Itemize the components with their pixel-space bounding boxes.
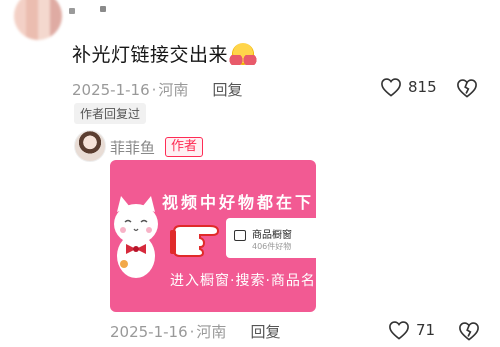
reply-dislike-button[interactable]	[458, 321, 480, 345]
comment-body: 补光灯链接交出来	[72, 44, 229, 66]
commenter-name-blurred-2	[100, 6, 106, 12]
shop-window-box: 商品橱窗 406件好物	[226, 218, 316, 258]
reply-location: 河南	[196, 323, 227, 341]
cat-mascot-icon	[114, 196, 158, 278]
commenter-name-blurred[interactable]	[69, 8, 75, 14]
comment-like-button[interactable]: 815	[380, 77, 437, 97]
reply-like-button[interactable]: 71	[388, 320, 435, 340]
author-tag-badge: 作者	[165, 137, 204, 157]
heart-icon	[381, 78, 401, 97]
reply-date: 2025-1-16	[110, 322, 188, 341]
like-count: 71	[416, 321, 436, 339]
meta-separator: ·	[151, 80, 157, 99]
broken-heart-icon	[459, 322, 479, 341]
pointing-hand-icon	[170, 225, 220, 257]
broken-heart-icon	[457, 79, 477, 98]
shop-window-count: 406件好物	[252, 242, 292, 251]
reply-reply-button[interactable]: 回复	[250, 321, 280, 342]
author-replied-badge: 作者回复过	[74, 103, 147, 124]
shop-bag-icon	[234, 230, 246, 241]
comment-text: 补光灯链接交出来	[72, 40, 258, 67]
hug-emoji-icon	[229, 42, 258, 65]
reply-image-card[interactable]: 视频中好物都在下 商品橱窗 406件好物 进入橱窗·搜索·商品名	[110, 160, 316, 312]
reply-meta: 2025-1-16 · 河南 回复	[110, 321, 280, 342]
meta-separator: ·	[189, 322, 195, 341]
shop-window-title: 商品橱窗	[252, 230, 292, 241]
commenter-avatar[interactable]	[14, 0, 62, 40]
like-count: 815	[408, 78, 437, 96]
reply-author-name[interactable]: 菲菲鱼	[110, 137, 155, 158]
card-instruction: 进入橱窗·搜索·商品名	[170, 273, 316, 289]
author-avatar[interactable]	[74, 130, 106, 162]
card-headline: 视频中好物都在下	[162, 193, 315, 212]
comment-meta: 2025-1-16 · 河南 回复	[72, 79, 242, 100]
comment-location: 河南	[158, 81, 189, 99]
comment-dislike-button[interactable]	[456, 78, 478, 102]
comment-date: 2025-1-16	[72, 80, 150, 99]
comment-reply-button[interactable]: 回复	[212, 79, 242, 100]
heart-icon	[389, 321, 409, 340]
